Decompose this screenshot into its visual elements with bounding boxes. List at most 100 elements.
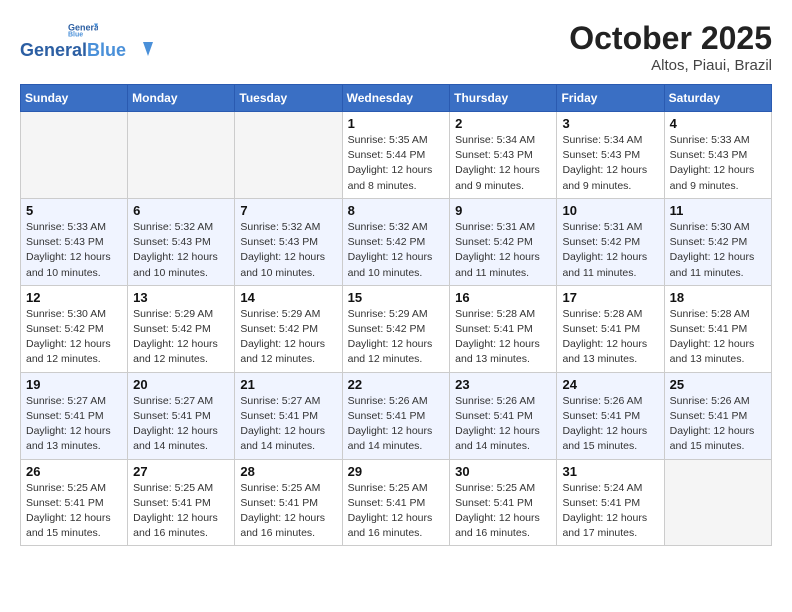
- calendar-cell: 12 Sunrise: 5:30 AM Sunset: 5:42 PM Dayli…: [21, 285, 128, 372]
- calendar-cell: 22 Sunrise: 5:26 AM Sunset: 5:41 PM Dayli…: [342, 372, 450, 459]
- day-detail: Sunrise: 5:34 AM Sunset: 5:43 PM Dayligh…: [562, 133, 658, 194]
- location-subtitle: Altos, Piaui, Brazil: [569, 57, 772, 74]
- day-detail: Sunrise: 5:25 AM Sunset: 5:41 PM Dayligh…: [26, 481, 122, 542]
- day-detail: Sunrise: 5:29 AM Sunset: 5:42 PM Dayligh…: [240, 307, 336, 368]
- calendar-cell: 30 Sunrise: 5:25 AM Sunset: 5:41 PM Dayli…: [450, 459, 557, 546]
- calendar-cell: 25Sunrise: 5:26 AM Sunset: 5:41 PM Dayli…: [664, 372, 771, 459]
- calendar-cell: 19 Sunrise: 5:27 AM Sunset: 5:41 PM Dayli…: [21, 372, 128, 459]
- day-number: 28: [240, 464, 336, 479]
- day-number: 2: [455, 116, 551, 131]
- calendar-cell: [128, 112, 235, 199]
- calendar-cell: 20 Sunrise: 5:27 AM Sunset: 5:41 PM Dayli…: [128, 372, 235, 459]
- day-number: 20: [133, 377, 229, 392]
- day-number: 27: [133, 464, 229, 479]
- day-detail: Sunrise: 5:29 AM Sunset: 5:42 PM Dayligh…: [133, 307, 229, 368]
- day-number: 1: [348, 116, 445, 131]
- calendar-cell: 9 Sunrise: 5:31 AM Sunset: 5:42 PM Daylig…: [450, 198, 557, 285]
- calendar-cell: 13 Sunrise: 5:29 AM Sunset: 5:42 PM Dayli…: [128, 285, 235, 372]
- logo: General Blue GeneralBlue: [20, 20, 153, 61]
- calendar-cell: 21Sunrise: 5:27 AM Sunset: 5:41 PM Dayli…: [235, 372, 342, 459]
- day-detail: Sunrise: 5:31 AM Sunset: 5:42 PM Dayligh…: [562, 220, 658, 281]
- day-detail: Sunrise: 5:25 AM Sunset: 5:41 PM Dayligh…: [455, 481, 551, 542]
- calendar-cell: 11 Sunrise: 5:30 AM Sunset: 5:42 PM Dayli…: [664, 198, 771, 285]
- weekday-header: Wednesday: [342, 85, 450, 112]
- day-detail: Sunrise: 5:26 AM Sunset: 5:41 PM Dayligh…: [348, 394, 445, 455]
- calendar-cell: 24Sunrise: 5:26 AM Sunset: 5:41 PM Dayli…: [557, 372, 664, 459]
- calendar-week-row: 1 Sunrise: 5:35 AM Sunset: 5:44 PM Daylig…: [21, 112, 772, 199]
- calendar-cell: 31 Sunrise: 5:24 AM Sunset: 5:41 PM Dayli…: [557, 459, 664, 546]
- title-block: October 2025 Altos, Piaui, Brazil: [569, 20, 772, 74]
- day-number: 12: [26, 290, 122, 305]
- weekday-header: Monday: [128, 85, 235, 112]
- day-detail: Sunrise: 5:24 AM Sunset: 5:41 PM Dayligh…: [562, 481, 658, 542]
- day-number: 19: [26, 377, 122, 392]
- calendar-week-row: 26 Sunrise: 5:25 AM Sunset: 5:41 PM Dayli…: [21, 459, 772, 546]
- weekday-header: Thursday: [450, 85, 557, 112]
- day-number: 18: [670, 290, 766, 305]
- calendar-cell: 8 Sunrise: 5:32 AM Sunset: 5:42 PM Daylig…: [342, 198, 450, 285]
- day-detail: Sunrise: 5:28 AM Sunset: 5:41 PM Dayligh…: [562, 307, 658, 368]
- weekday-header: Tuesday: [235, 85, 342, 112]
- weekday-header-row: SundayMondayTuesdayWednesdayThursdayFrid…: [21, 85, 772, 112]
- day-number: 6: [133, 203, 229, 218]
- day-detail: Sunrise: 5:32 AM Sunset: 5:42 PM Dayligh…: [348, 220, 445, 281]
- calendar-cell: 16 Sunrise: 5:28 AM Sunset: 5:41 PM Dayli…: [450, 285, 557, 372]
- calendar-cell: 14 Sunrise: 5:29 AM Sunset: 5:42 PM Dayli…: [235, 285, 342, 372]
- weekday-header: Saturday: [664, 85, 771, 112]
- day-number: 3: [562, 116, 658, 131]
- calendar-cell: 1 Sunrise: 5:35 AM Sunset: 5:44 PM Daylig…: [342, 112, 450, 199]
- day-detail: Sunrise: 5:35 AM Sunset: 5:44 PM Dayligh…: [348, 133, 445, 194]
- day-detail: Sunrise: 5:33 AM Sunset: 5:43 PM Dayligh…: [26, 220, 122, 281]
- day-number: 4: [670, 116, 766, 131]
- day-detail: Sunrise: 5:28 AM Sunset: 5:41 PM Dayligh…: [670, 307, 766, 368]
- day-detail: Sunrise: 5:28 AM Sunset: 5:41 PM Dayligh…: [455, 307, 551, 368]
- day-detail: Sunrise: 5:32 AM Sunset: 5:43 PM Dayligh…: [240, 220, 336, 281]
- day-number: 26: [26, 464, 122, 479]
- day-number: 29: [348, 464, 445, 479]
- calendar-week-row: 12 Sunrise: 5:30 AM Sunset: 5:42 PM Dayli…: [21, 285, 772, 372]
- svg-text:General: General: [68, 23, 98, 33]
- month-year-title: October 2025: [569, 20, 772, 57]
- day-detail: Sunrise: 5:27 AM Sunset: 5:41 PM Dayligh…: [133, 394, 229, 455]
- day-detail: Sunrise: 5:26 AM Sunset: 5:41 PM Dayligh…: [562, 394, 658, 455]
- calendar-week-row: 5Sunrise: 5:33 AM Sunset: 5:43 PM Daylig…: [21, 198, 772, 285]
- day-number: 30: [455, 464, 551, 479]
- calendar-week-row: 19 Sunrise: 5:27 AM Sunset: 5:41 PM Dayli…: [21, 372, 772, 459]
- calendar-cell: 23 Sunrise: 5:26 AM Sunset: 5:41 PM Dayli…: [450, 372, 557, 459]
- calendar-cell: [235, 112, 342, 199]
- day-number: 14: [240, 290, 336, 305]
- logo-wing-icon: [133, 42, 153, 56]
- weekday-header: Sunday: [21, 85, 128, 112]
- day-detail: Sunrise: 5:31 AM Sunset: 5:42 PM Dayligh…: [455, 220, 551, 281]
- day-number: 7: [240, 203, 336, 218]
- calendar-cell: 7 Sunrise: 5:32 AM Sunset: 5:43 PM Daylig…: [235, 198, 342, 285]
- calendar-cell: 6 Sunrise: 5:32 AM Sunset: 5:43 PM Daylig…: [128, 198, 235, 285]
- day-number: 13: [133, 290, 229, 305]
- day-detail: Sunrise: 5:25 AM Sunset: 5:41 PM Dayligh…: [240, 481, 336, 542]
- calendar-cell: 18 Sunrise: 5:28 AM Sunset: 5:41 PM Dayli…: [664, 285, 771, 372]
- day-number: 9: [455, 203, 551, 218]
- logo-icon: General Blue: [68, 20, 98, 38]
- day-number: 11: [670, 203, 766, 218]
- day-detail: Sunrise: 5:30 AM Sunset: 5:42 PM Dayligh…: [26, 307, 122, 368]
- page-header: General Blue GeneralBlue October 2025 Al…: [20, 20, 772, 74]
- day-detail: Sunrise: 5:29 AM Sunset: 5:42 PM Dayligh…: [348, 307, 445, 368]
- day-number: 16: [455, 290, 551, 305]
- weekday-header: Friday: [557, 85, 664, 112]
- day-number: 31: [562, 464, 658, 479]
- day-detail: Sunrise: 5:27 AM Sunset: 5:41 PM Dayligh…: [26, 394, 122, 455]
- day-number: 23: [455, 377, 551, 392]
- day-number: 8: [348, 203, 445, 218]
- day-number: 22: [348, 377, 445, 392]
- day-detail: Sunrise: 5:26 AM Sunset: 5:41 PM Dayligh…: [455, 394, 551, 455]
- day-detail: Sunrise: 5:27 AM Sunset: 5:41 PM Dayligh…: [240, 394, 336, 455]
- calendar-cell: 5Sunrise: 5:33 AM Sunset: 5:43 PM Daylig…: [21, 198, 128, 285]
- calendar-cell: 29Sunrise: 5:25 AM Sunset: 5:41 PM Dayli…: [342, 459, 450, 546]
- day-detail: Sunrise: 5:30 AM Sunset: 5:42 PM Dayligh…: [670, 220, 766, 281]
- day-detail: Sunrise: 5:26 AM Sunset: 5:41 PM Dayligh…: [670, 394, 766, 455]
- logo-text-general: General: [20, 40, 87, 60]
- calendar-cell: 17Sunrise: 5:28 AM Sunset: 5:41 PM Dayli…: [557, 285, 664, 372]
- day-detail: Sunrise: 5:32 AM Sunset: 5:43 PM Dayligh…: [133, 220, 229, 281]
- calendar-cell: 3 Sunrise: 5:34 AM Sunset: 5:43 PM Daylig…: [557, 112, 664, 199]
- day-number: 15: [348, 290, 445, 305]
